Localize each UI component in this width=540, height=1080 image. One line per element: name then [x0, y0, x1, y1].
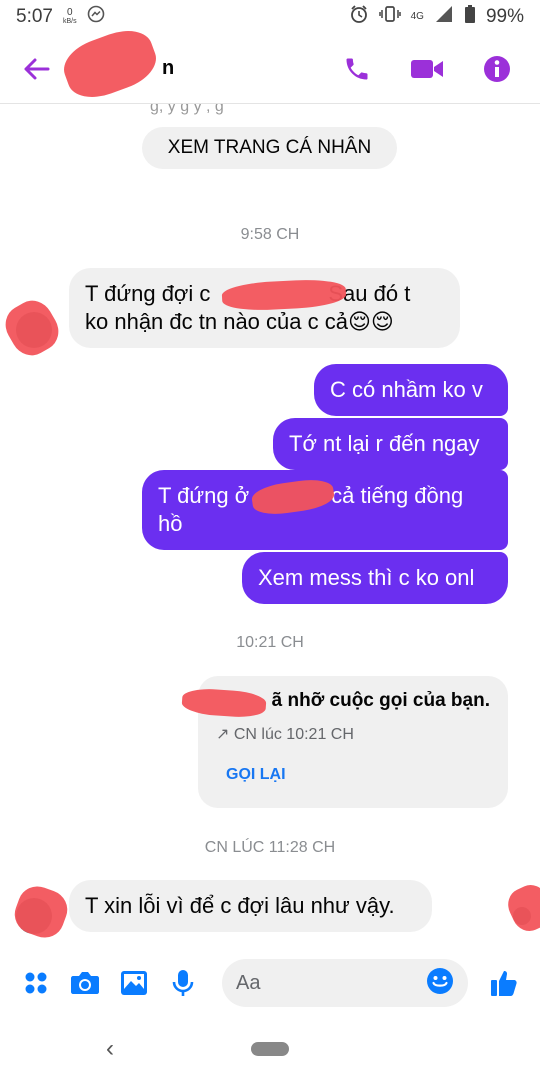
emoji-button[interactable]: [426, 967, 454, 1000]
redaction-mark: [502, 879, 540, 937]
back-button[interactable]: [18, 51, 54, 87]
phone-icon: [346, 58, 368, 79]
system-home-pill[interactable]: [251, 1042, 289, 1056]
timestamp: 9:58 CH: [240, 226, 300, 243]
outgoing-message[interactable]: Tớ nt lại r đến ngay: [273, 418, 508, 470]
battery-level: 99%: [485, 6, 524, 27]
message-text: T xin lỗi vì để c đợi lâu như vậy.: [85, 893, 395, 918]
outgoing-message[interactable]: Xem mess thì c ko onl: [242, 552, 508, 604]
signal-icon: [434, 4, 454, 30]
message-text: Xem mess thì c ko onl: [258, 565, 475, 590]
conversation-header: n: [0, 21, 540, 107]
message-text: Tớ nt lại r đến ngay: [289, 431, 480, 456]
more-actions-button[interactable]: [20, 965, 52, 1001]
image-icon: [121, 971, 147, 995]
grid-dots-icon: [25, 972, 47, 994]
voice-call-button[interactable]: [340, 52, 374, 86]
redaction-mark: [0, 293, 66, 363]
network-speed-unit: kB/s: [62, 18, 77, 25]
camera-icon: [71, 972, 99, 994]
message-input[interactable]: [236, 971, 426, 995]
voice-message-button[interactable]: [167, 965, 199, 1001]
thumbs-up-icon: [491, 971, 517, 996]
network-speed: 0 kB/s: [63, 8, 77, 26]
outgoing-message[interactable]: C có nhầm ko v: [314, 364, 508, 416]
network-speed-value: 0: [67, 7, 73, 18]
clipped-previous-text: g, y g y , g: [150, 104, 224, 115]
redaction-mark: [57, 21, 163, 107]
message-text: cả tiếng đồng: [331, 483, 464, 508]
message-text: C có nhầm ko v: [330, 377, 483, 402]
clock: 5:07: [16, 6, 53, 27]
redaction-mark: [9, 880, 73, 944]
contact-name-visible: n: [162, 57, 175, 79]
video-call-button[interactable]: [410, 52, 444, 86]
arrow-left-icon: [24, 58, 50, 79]
message-thread[interactable]: g, y g y , g XEM TRANG CÁ NHÂN 9:58 CH T…: [0, 104, 540, 944]
message-text: T đứng đợi c: [85, 281, 211, 306]
message-line: hồ: [158, 511, 183, 536]
microphone-icon: [172, 970, 194, 996]
view-profile-button[interactable]: XEM TRANG CÁ NHÂN: [142, 127, 397, 169]
timestamp: CN LÚC 11:28 CH: [204, 839, 336, 856]
network-type: 4G: [410, 11, 424, 22]
conversation-info-button[interactable]: [480, 52, 514, 86]
battery-icon: [464, 4, 476, 30]
message-input-wrapper[interactable]: [222, 959, 468, 1007]
gallery-button[interactable]: [118, 965, 150, 1001]
vibrate-icon: [378, 4, 401, 30]
messenger-notification-icon: [87, 5, 105, 29]
timestamp: 10:21 CH: [236, 634, 304, 651]
message-text: T đứng ở: [158, 483, 250, 508]
smiley-icon: [427, 967, 453, 994]
incoming-message[interactable]: T xin lỗi vì để c đợi lâu như vậy.: [69, 880, 432, 932]
message-composer: [0, 948, 540, 1018]
system-back-icon[interactable]: ‹: [106, 1035, 114, 1063]
camera-button[interactable]: [69, 965, 101, 1001]
status-bar: 5:07 0 kB/s 4G 99%: [0, 0, 540, 34]
alarm-icon: [349, 4, 369, 30]
message-line: ko nhận đc tn nào của c cả😌😌: [85, 309, 394, 334]
info-icon: [484, 55, 510, 82]
missed-call-time: ↗ CN lúc 10:21 CH: [216, 726, 354, 743]
call-back-button[interactable]: GỌI LẠI: [226, 766, 490, 784]
system-navigation-bar: ‹: [0, 1018, 540, 1080]
like-button[interactable]: [488, 965, 520, 1001]
video-camera-icon: [411, 59, 443, 78]
